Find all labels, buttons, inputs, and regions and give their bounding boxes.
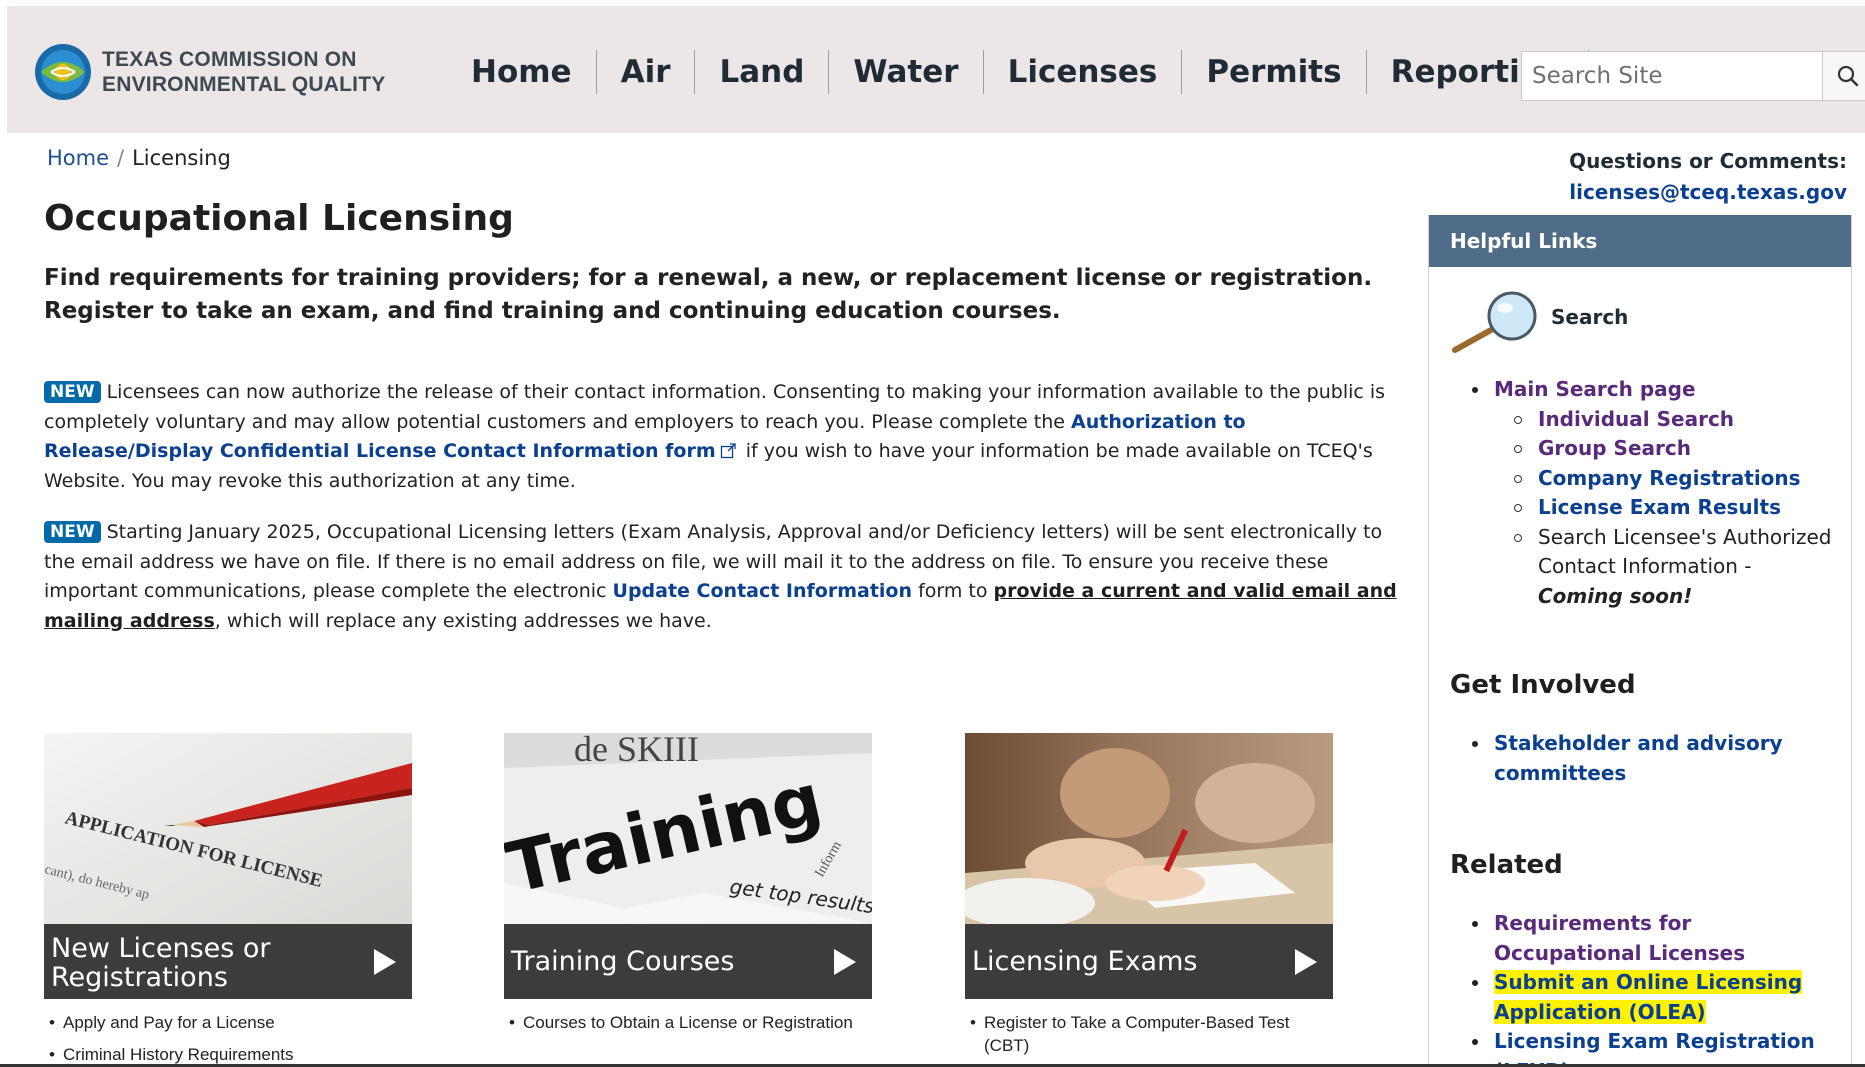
list-item: Search Licensee's Authorized Contact Inf… [1494, 523, 1840, 612]
individual-search-link[interactable]: Individual Search [1538, 407, 1734, 431]
list-item: Submit an Online Licensing Application (… [1450, 968, 1840, 1027]
logo-text: TEXAS COMMISSION ON ENVIRONMENTAL QUALIT… [102, 47, 385, 97]
list-item: Main Search page Individual Search Group… [1450, 375, 1840, 611]
logo-line-2: ENVIRONMENTAL QUALITY [102, 73, 386, 96]
list-item: Company Registrations [1494, 464, 1840, 494]
coming-soon-text: Coming soon! [1538, 583, 1693, 608]
logo-line-1: TEXAS COMMISSION ON [102, 48, 357, 71]
page-title: Occupational Licensing [44, 198, 514, 239]
list-item[interactable]: Apply and Pay for a License [49, 1011, 412, 1034]
list-item[interactable]: Register to Take a Computer-Based Test (… [970, 1011, 1333, 1057]
nav-water[interactable]: Water [828, 50, 982, 94]
card-image-exams[interactable] [965, 733, 1333, 924]
list-item: Individual Search [1494, 405, 1840, 435]
search-input[interactable] [1522, 52, 1812, 100]
lexr-link[interactable]: Licensing Exam Registration (LEXR) [1494, 1029, 1815, 1067]
application-form-image: APPLICATION FOR LICENSE cant), do hereby… [44, 733, 412, 924]
list-item: Stakeholder and advisory committees [1450, 729, 1840, 788]
play-arrow-icon [1295, 949, 1317, 975]
card-bar-exams[interactable]: Licensing Exams [965, 924, 1333, 999]
contact-label: Questions or Comments: [1569, 149, 1847, 173]
helpful-links-sidebar: Helpful Links Search Main Search page In… [1428, 215, 1852, 1067]
training-image-top-text: de SKIII [574, 733, 699, 769]
exam-room-image [965, 733, 1333, 924]
related-heading: Related [1450, 850, 1563, 880]
search-sub-list: Individual Search Group Search Company R… [1494, 405, 1840, 612]
authorized-contact-text: Search Licensee's Authorized Contact Inf… [1538, 524, 1832, 579]
card-training-courses: de SKIII Training get top results Inform… [504, 733, 872, 1034]
notice-authorization: NEW Licensees can now authorize the relea… [44, 378, 1404, 496]
list-item: Licensing Exam Registration (LEXR) [1450, 1027, 1840, 1067]
nav-permits[interactable]: Permits [1181, 50, 1365, 94]
main-search-link[interactable]: Main Search page [1494, 377, 1696, 401]
sidebar-search-block: Search [1451, 290, 1628, 356]
play-arrow-icon [834, 949, 856, 975]
breadcrumb-current: Licensing [132, 146, 231, 170]
stakeholder-link[interactable]: Stakeholder and advisory committees [1494, 731, 1783, 785]
external-link-icon [720, 443, 736, 459]
card-licensing-exams: Licensing Exams Register to Take a Compu… [965, 733, 1333, 1057]
card-image-application[interactable]: APPLICATION FOR LICENSE cant), do hereby… [44, 733, 412, 924]
card-image-training[interactable]: de SKIII Training get top results Inform [504, 733, 872, 924]
get-involved-list: Stakeholder and advisory committees [1450, 729, 1840, 788]
olea-link[interactable]: Submit an Online Licensing Application (… [1494, 970, 1803, 1024]
search-button[interactable] [1822, 52, 1865, 100]
training-newspaper-image: de SKIII Training get top results Inform [504, 733, 872, 924]
sidebar-search-label: Search [1551, 305, 1629, 329]
related-list: Requirements for Occupational Licenses S… [1450, 909, 1840, 1067]
card-links: Courses to Obtain a License or Registrat… [504, 1011, 872, 1034]
breadcrumb-separator: / [117, 146, 125, 170]
site-header: TEXAS COMMISSION ON ENVIRONMENTAL QUALIT… [7, 6, 1865, 133]
nav-home[interactable]: Home [455, 50, 596, 94]
requirements-link[interactable]: Requirements for Occupational Licenses [1494, 911, 1745, 965]
contact-block: Questions or Comments: licenses@tceq.tex… [1569, 146, 1847, 208]
card-links: Apply and Pay for a License Criminal His… [44, 1011, 412, 1066]
list-item: Requirements for Occupational Licenses [1450, 909, 1840, 968]
nav-air[interactable]: Air [595, 50, 695, 94]
main-nav: Home Air Land Water Licenses Permits Rep… [455, 50, 1589, 94]
breadcrumb: Home / Licensing [47, 146, 231, 170]
nav-land[interactable]: Land [694, 50, 828, 94]
search-icon [1837, 65, 1859, 87]
list-item: License Exam Results [1494, 493, 1840, 523]
license-exam-results-link[interactable]: License Exam Results [1538, 495, 1781, 519]
new-badge: NEW [44, 521, 101, 543]
card-links: Register to Take a Computer-Based Test (… [965, 1011, 1333, 1057]
card-bar-training[interactable]: Training Courses [504, 924, 872, 999]
notice2-text-after: , which will replace any existing addres… [214, 609, 712, 632]
magnifier-icon [1452, 291, 1537, 353]
list-item: Group Search [1494, 434, 1840, 464]
sidebar-heading: Helpful Links [1429, 215, 1851, 267]
new-badge: NEW [44, 381, 101, 403]
card-title: Licensing Exams [972, 946, 1198, 977]
list-item[interactable]: Criminal History Requirements [49, 1043, 412, 1066]
site-search [1521, 51, 1865, 101]
group-search-link[interactable]: Group Search [1538, 436, 1691, 460]
notice-electronic-letters: NEW Starting January 2025, Occupational L… [44, 518, 1404, 636]
list-item[interactable]: Courses to Obtain a License or Registrat… [509, 1011, 872, 1034]
search-links-list: Main Search page Individual Search Group… [1450, 375, 1840, 611]
card-title: New Licenses or Registrations [51, 933, 271, 993]
breadcrumb-home[interactable]: Home [47, 146, 109, 170]
tceq-logo-icon [35, 44, 91, 100]
company-registrations-link[interactable]: Company Registrations [1538, 466, 1801, 490]
page-lead: Find requirements for training providers… [44, 265, 1373, 324]
play-arrow-icon [374, 949, 396, 975]
tceq-logo[interactable]: TEXAS COMMISSION ON ENVIRONMENTAL QUALIT… [33, 42, 385, 102]
nav-licenses[interactable]: Licenses [982, 50, 1182, 94]
notice2-text-mid: form to [912, 580, 994, 602]
get-involved-heading: Get Involved [1450, 670, 1636, 700]
card-bar-new-licenses[interactable]: New Licenses or Registrations [44, 924, 412, 999]
card-title: Training Courses [511, 946, 735, 977]
card-new-licenses: APPLICATION FOR LICENSE cant), do hereby… [44, 733, 412, 1067]
contact-email-link[interactable]: licenses@tceq.texas.gov [1569, 180, 1847, 204]
update-contact-link[interactable]: Update Contact Information [613, 580, 913, 602]
